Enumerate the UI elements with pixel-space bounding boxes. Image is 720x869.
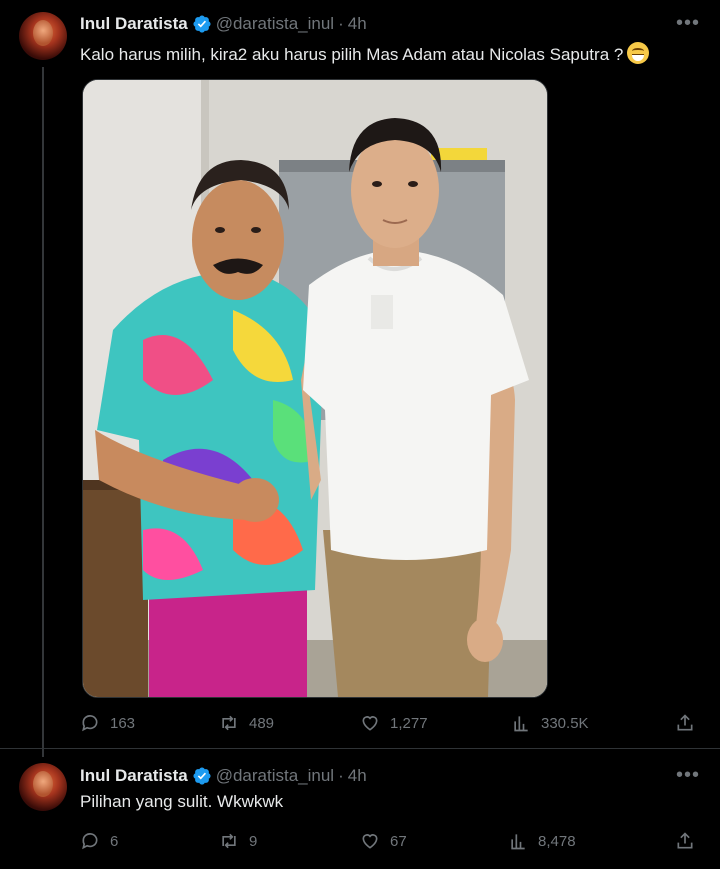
author-avatar[interactable] <box>19 12 67 60</box>
repost-button[interactable]: 9 <box>219 831 257 851</box>
views-icon <box>511 834 525 850</box>
tweet-main[interactable]: Inul Daratista @daratista_inul · 4h ••• … <box>0 0 720 757</box>
like-count: 67 <box>390 832 407 850</box>
views-button[interactable]: 8,478 <box>508 831 576 851</box>
author-handle[interactable]: @daratista_inul <box>216 14 334 34</box>
author-name[interactable]: Inul Daratista <box>80 766 188 786</box>
verified-badge-icon <box>193 767 211 785</box>
author-avatar[interactable] <box>19 763 67 811</box>
author-name[interactable]: Inul Daratista <box>80 14 188 34</box>
more-icon[interactable]: ••• <box>676 12 700 35</box>
separator-dot: · <box>338 14 344 33</box>
share-icon <box>677 714 693 731</box>
separator-dot: · <box>338 766 344 785</box>
share-button[interactable] <box>675 831 705 851</box>
repost-icon <box>222 833 236 849</box>
more-icon[interactable]: ••• <box>676 764 700 787</box>
tweet-reply[interactable]: Inul Daratista @daratista_inul · 4h ••• … <box>0 749 720 869</box>
author-handle[interactable]: @daratista_inul <box>216 766 334 786</box>
tweet-text: Kalo harus milih, kira2 aku harus pilih … <box>80 42 650 65</box>
heart-icon <box>362 834 378 849</box>
share-icon <box>677 832 693 849</box>
like-button[interactable]: 1,277 <box>360 713 428 733</box>
tweet-header: Inul Daratista @daratista_inul · 4h <box>80 766 367 786</box>
verified-badge-icon <box>193 15 211 33</box>
thread-line <box>42 67 44 757</box>
tweet-photo[interactable] <box>82 79 548 698</box>
views-count: 8,478 <box>538 832 576 850</box>
reply-count: 163 <box>110 714 136 732</box>
tweet-time[interactable]: 4h <box>348 14 367 34</box>
tweet-header: Inul Daratista @daratista_inul · 4h <box>80 14 367 34</box>
tweet-text-content: Kalo harus milih, kira2 aku harus pilih … <box>80 45 624 64</box>
reply-button[interactable]: 6 <box>80 831 118 851</box>
tweet-time[interactable]: 4h <box>348 766 367 786</box>
tweet-actions: 163 489 1,277 330.5K <box>80 711 700 735</box>
views-button[interactable]: 330.5K <box>511 713 589 733</box>
repost-button[interactable]: 489 <box>219 713 274 733</box>
reply-button[interactable]: 163 <box>80 713 135 733</box>
heart-icon <box>362 716 378 731</box>
share-button[interactable] <box>675 713 705 733</box>
photo-illustration <box>83 80 547 697</box>
views-count: 330.5K <box>541 714 589 732</box>
grinning-sweat-emoji-icon <box>627 42 650 64</box>
reply-icon <box>82 833 98 850</box>
tweet-actions: 6 9 67 8,478 <box>80 829 700 853</box>
reply-count: 6 <box>110 832 119 850</box>
tweet-text: Pilihan yang sulit. Wkwkwk <box>80 792 284 811</box>
like-button[interactable]: 67 <box>360 831 407 851</box>
reply-icon <box>82 715 98 732</box>
like-count: 1,277 <box>390 714 428 732</box>
views-icon <box>514 716 528 732</box>
repost-count: 9 <box>249 832 258 850</box>
repost-icon <box>222 715 236 731</box>
repost-count: 489 <box>249 714 275 732</box>
